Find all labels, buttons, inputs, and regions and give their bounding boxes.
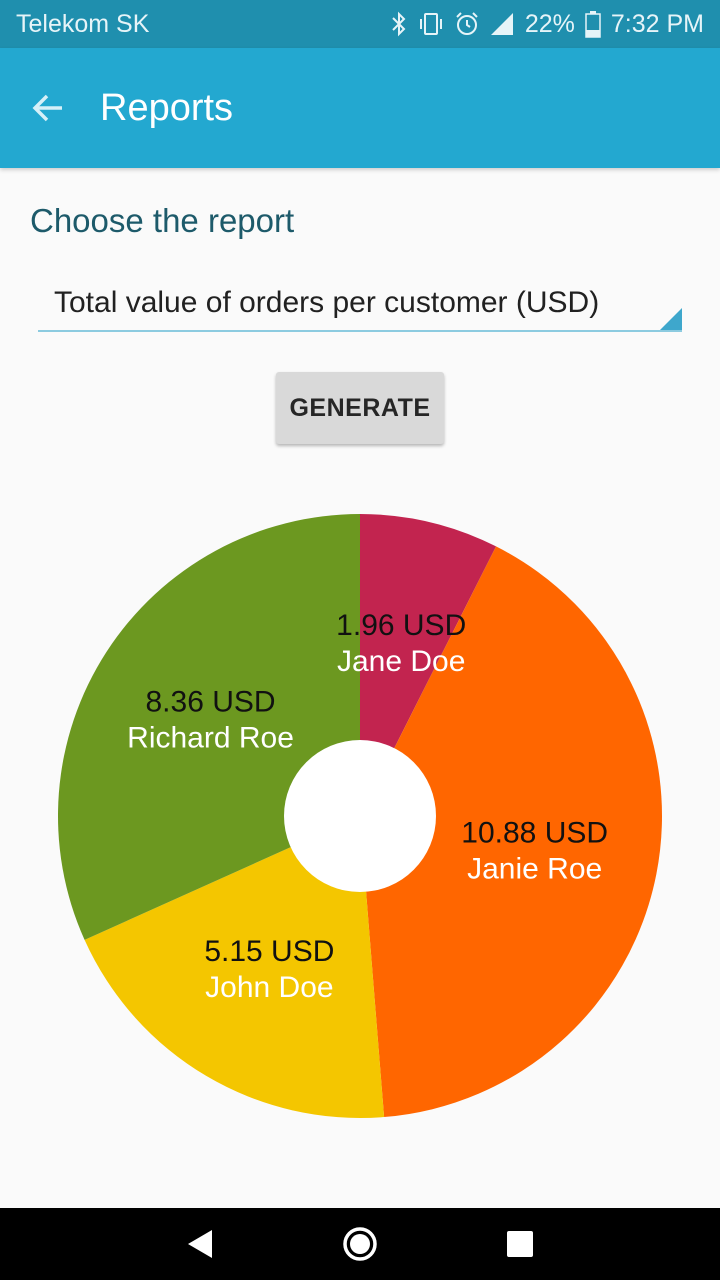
bluetooth-icon xyxy=(392,11,406,37)
navigation-bar xyxy=(0,1208,720,1280)
selected-report: Total value of orders per customer (USD) xyxy=(54,286,600,319)
page-title: Reports xyxy=(100,86,234,129)
app-bar: Reports xyxy=(0,48,720,168)
signal-icon xyxy=(490,13,513,35)
pie-chart: 1.96 USDJane Doe 10.88 USDJanie Roe 5.15 U… xyxy=(57,514,662,1118)
carrier-name: Telekom SK xyxy=(16,9,150,38)
slice-name-label: Richard Roe xyxy=(127,721,294,754)
back-button[interactable] xyxy=(0,48,96,168)
slice-name-label: Jane Doe xyxy=(337,645,465,678)
choose-report-label: Choose the report xyxy=(30,202,295,239)
status-bar: Telekom SK 22% 7:32 PM xyxy=(0,0,720,48)
report-type-dropdown[interactable]: Total value of orders per customer (USD) xyxy=(38,276,682,332)
nav-back-icon[interactable] xyxy=(180,1224,220,1264)
dropdown-triangle-icon xyxy=(660,308,682,330)
back-arrow-icon xyxy=(32,94,62,122)
nav-home-icon[interactable] xyxy=(340,1224,380,1264)
status-icons: 22% 7:32 PM xyxy=(391,10,704,39)
slice-name-label: John Doe xyxy=(205,971,333,1004)
clock: 7:32 PM xyxy=(610,9,704,38)
donut-hole xyxy=(284,740,436,892)
vibrate-icon xyxy=(419,13,442,35)
slice-value-label: 10.88 USD xyxy=(461,816,608,849)
battery-percent: 22% xyxy=(524,9,575,38)
slice-value-label: 8.36 USD xyxy=(145,685,275,718)
slice-value-label: 1.96 USD xyxy=(336,609,466,642)
slice-value-label: 5.15 USD xyxy=(204,935,334,968)
generate-button[interactable]: GENERATE xyxy=(276,372,444,444)
battery-icon xyxy=(585,11,601,38)
alarm-icon xyxy=(456,12,478,35)
slice-name-label: Janie Roe xyxy=(467,852,602,885)
nav-recents-icon[interactable] xyxy=(500,1224,540,1264)
